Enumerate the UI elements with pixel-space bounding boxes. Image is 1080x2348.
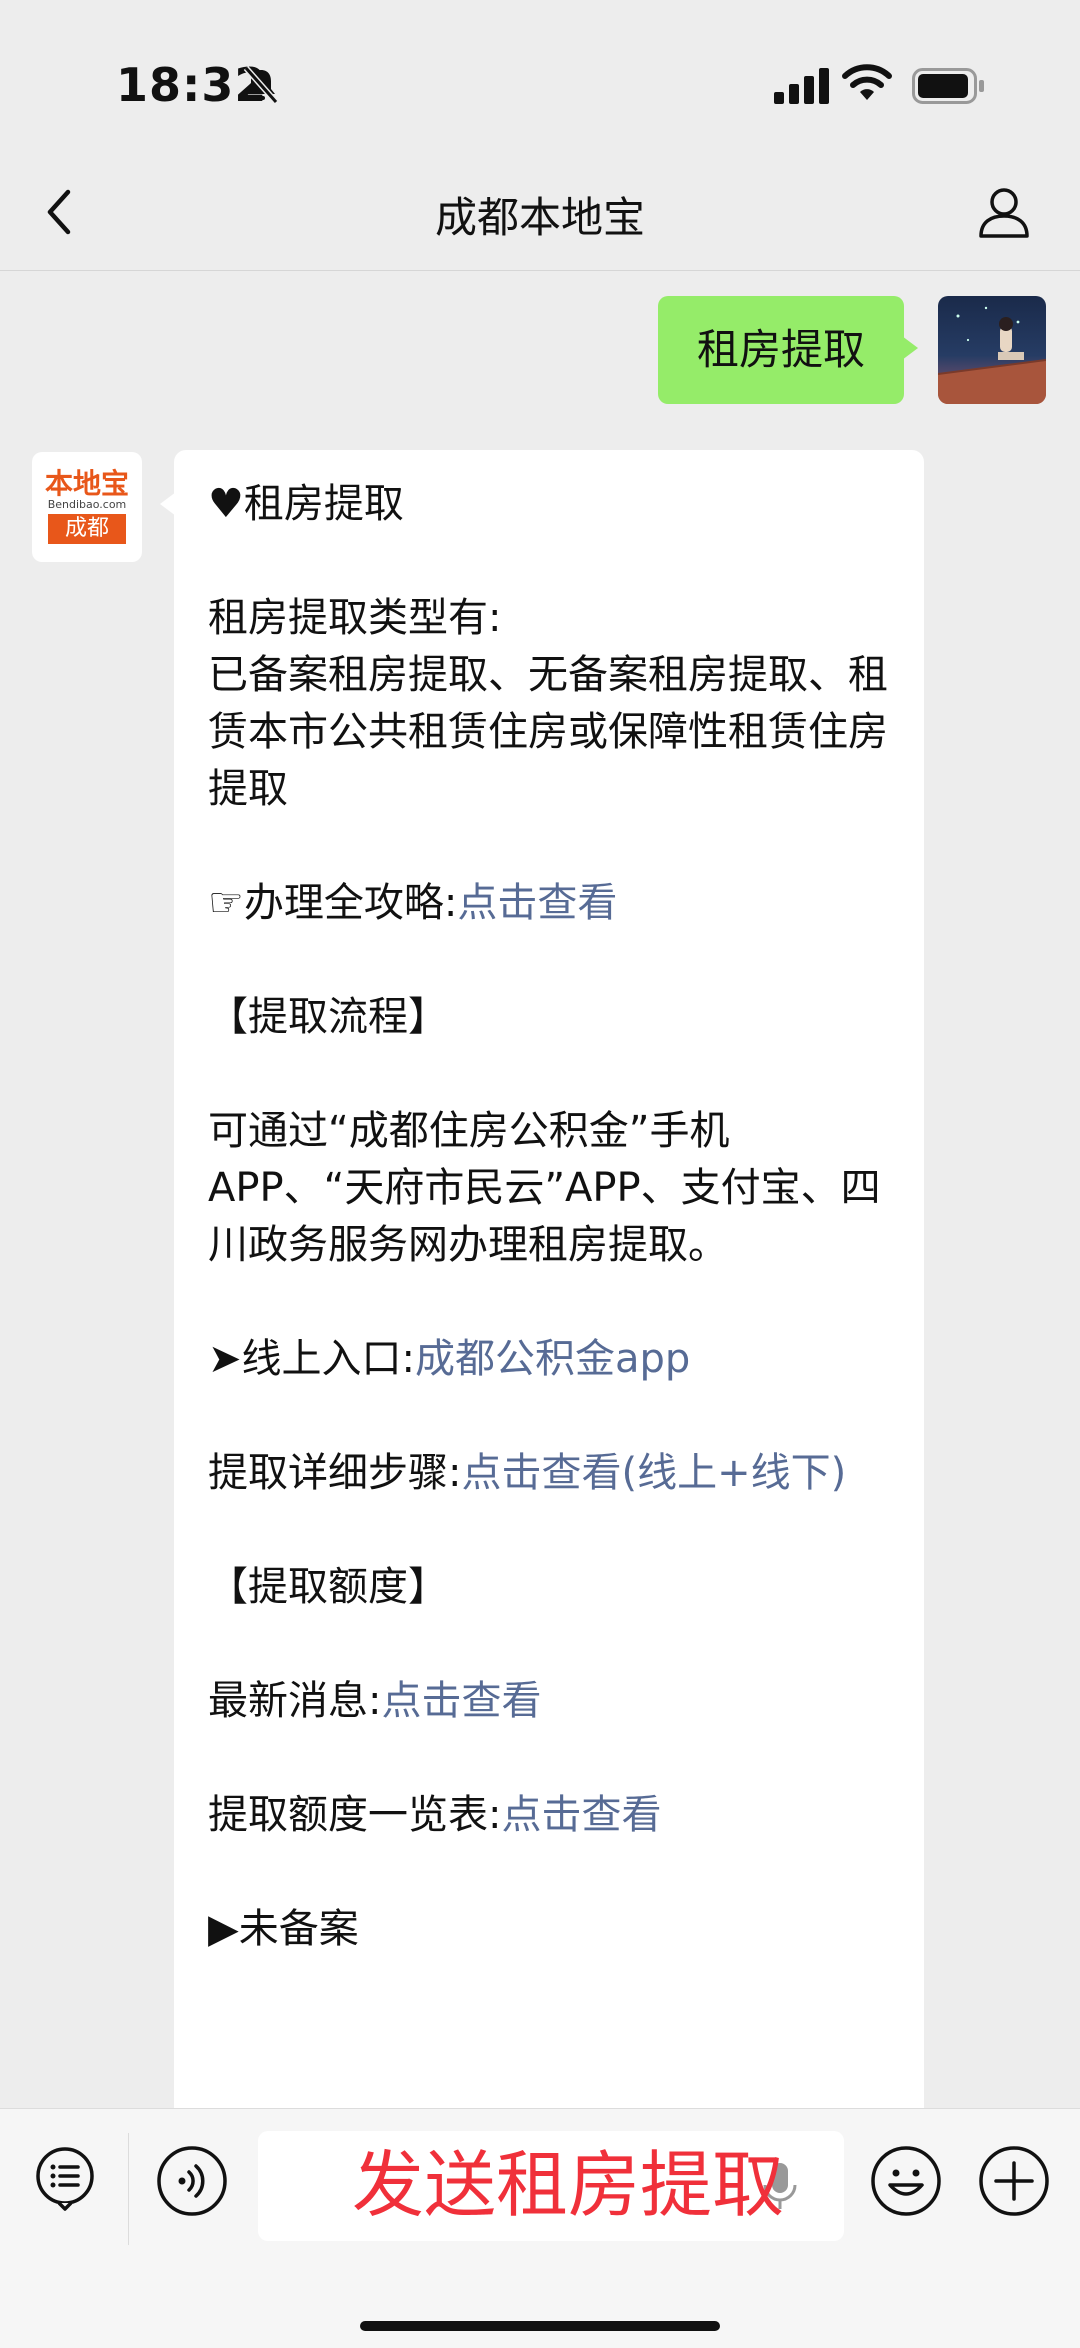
message-body: ♥租房提取 租房提取类型有: 已备案租房提取、无备案租房提取、租赁本市公共租赁住…: [208, 476, 898, 1958]
online-line: ➤线上入口:成都公积金app: [208, 1331, 898, 1388]
news-line: 最新消息:点击查看: [208, 1673, 898, 1730]
table-link[interactable]: 点击查看: [501, 1792, 661, 1838]
plus-icon[interactable]: [978, 2145, 1050, 2217]
chat-title: 成都本地宝: [434, 193, 645, 242]
voice-icon[interactable]: [156, 2145, 228, 2217]
process-text: 可通过“成都住房公积金”手机APP、“天府市民云”APP、支付宝、四川政务服务网…: [208, 1108, 881, 1268]
input-bar: 发送租房提取: [0, 2108, 1080, 2348]
person-icon[interactable]: [976, 184, 1032, 240]
list-icon[interactable]: [32, 2145, 98, 2211]
guide-link[interactable]: 点击查看: [457, 880, 617, 926]
process-heading: 【提取流程】: [208, 994, 448, 1040]
online-link[interactable]: 成都公积金app: [415, 1336, 690, 1382]
guide-line: ☞办理全攻略:点击查看: [208, 875, 898, 932]
home-indicator: [360, 2321, 720, 2331]
steps-label: 提取详细步骤:: [208, 1450, 462, 1496]
unfiled-label: ▶未备案: [208, 1906, 359, 1952]
logo-domain: Bendibao.com: [47, 498, 127, 511]
types-text: 已备案租房提取、无备案租房提取、租赁本市公共租赁住房或保障性租赁住房提取: [208, 652, 888, 812]
guide-label: ☞办理全攻略:: [208, 880, 458, 926]
chat-screen: 18:32 成都本地宝 租房提取 本地宝 Bendibao.com 成都 ♥租房…: [0, 0, 1080, 2348]
message-input[interactable]: 发送租房提取: [258, 2131, 844, 2241]
battery-icon: [912, 68, 984, 104]
status-bar: 18:32: [0, 0, 1080, 150]
wifi-icon: [842, 64, 892, 100]
steps-link[interactable]: 点击查看(线上+线下): [461, 1450, 846, 1496]
sent-message-bubble[interactable]: 租房提取: [658, 296, 918, 404]
news-label: 最新消息:: [208, 1678, 382, 1724]
emoji-icon[interactable]: [870, 2145, 942, 2217]
table-line: 提取额度一览表:点击查看: [208, 1787, 898, 1844]
online-label: ➤线上入口:: [208, 1336, 415, 1382]
amount-heading: 【提取额度】: [208, 1564, 448, 1610]
divider: [128, 2133, 129, 2245]
steps-line: 提取详细步骤:点击查看(线上+线下): [208, 1445, 898, 1502]
logo-text: 本地宝: [44, 467, 129, 500]
send-overlay-text: 发送租房提取: [352, 2143, 785, 2227]
signal-icon: [774, 68, 829, 104]
bendibao-avatar[interactable]: 本地宝 Bendibao.com 成都: [32, 452, 142, 562]
types-label: 租房提取类型有:: [208, 595, 502, 641]
message-heading: ♥租房提取: [208, 481, 404, 527]
table-label: 提取额度一览表:: [208, 1792, 502, 1838]
received-message-bubble: ♥租房提取 租房提取类型有: 已备案租房提取、无备案租房提取、租赁本市公共租赁住…: [160, 450, 924, 2150]
logo-city: 成都: [48, 514, 126, 544]
my-avatar[interactable]: [938, 296, 1046, 404]
news-link[interactable]: 点击查看: [381, 1678, 541, 1724]
bell-mute-icon: [243, 66, 279, 104]
nav-bar: 成都本地宝: [0, 150, 1080, 271]
